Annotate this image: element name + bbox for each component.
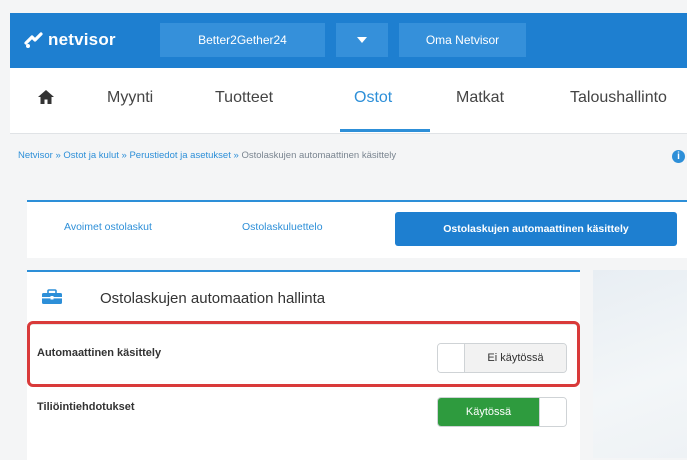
toggle-knob — [539, 398, 566, 426]
tab-ostolaskuluettelo[interactable]: Ostolaskuluettelo — [242, 221, 323, 233]
red-highlight-box — [27, 321, 580, 387]
breadcrumb-separator: » — [121, 150, 127, 161]
netvisor-logo[interactable]: netvisor — [24, 29, 116, 51]
tab-ostolaskujen-automaattinen-kasittely[interactable]: Ostolaskujen automaattinen käsittely — [395, 212, 677, 246]
breadcrumb-link-netvisor[interactable]: Netvisor — [18, 150, 53, 161]
brand-name: netvisor — [48, 30, 116, 49]
nav-item-ostot[interactable]: Ostot — [354, 89, 392, 107]
nav-item-matkat[interactable]: Matkat — [456, 89, 504, 107]
nav-item-myynti[interactable]: Myynti — [107, 89, 153, 107]
sub-tabs: Avoimet ostolaskut Ostolaskuluettelo Ost… — [27, 200, 687, 258]
oma-netvisor-button[interactable]: Oma Netvisor — [399, 23, 526, 57]
main-navigation: Myynti Tuotteet Ostot Matkat Taloushalli… — [10, 68, 687, 134]
active-nav-indicator — [340, 129, 430, 132]
background-area — [593, 270, 687, 458]
panel-header: Ostolaskujen automaation hallinta — [27, 272, 580, 325]
breadcrumb-separator: » — [55, 150, 61, 161]
breadcrumb-link-ostot-ja-kulut[interactable]: Ostot ja kulut — [63, 150, 118, 161]
briefcase-icon — [41, 289, 63, 310]
tiliointiehdotukset-label: Tiliöintiehdotukset — [37, 401, 135, 413]
breadcrumb-separator: » — [233, 150, 239, 161]
tab-avoimet-ostolaskut[interactable]: Avoimet ostolaskut — [64, 221, 152, 233]
info-icon[interactable]: i — [672, 150, 685, 163]
tiliointiehdotukset-toggle[interactable]: Käytössä — [437, 397, 567, 427]
company-dropdown-button[interactable] — [336, 23, 388, 57]
home-icon[interactable] — [37, 89, 55, 110]
caret-down-icon — [357, 37, 367, 43]
top-bar: netvisor Better2Gether24 Oma Netvisor — [10, 13, 687, 68]
breadcrumb-current: Ostolaskujen automaattinen käsittely — [241, 150, 397, 161]
panel-title: Ostolaskujen automaation hallinta — [100, 290, 326, 307]
nav-item-taloushallinto[interactable]: Taloushallinto — [570, 89, 667, 107]
breadcrumb-link-perustiedot[interactable]: Perustiedot ja asetukset — [129, 150, 230, 161]
toggle-state-label: Käytössä — [438, 398, 539, 426]
breadcrumb: Netvisor » Ostot ja kulut » Perustiedot … — [18, 150, 396, 161]
company-selector-button[interactable]: Better2Gether24 — [160, 23, 325, 57]
netvisor-logo-icon — [24, 32, 43, 48]
nav-item-tuotteet[interactable]: Tuotteet — [215, 89, 273, 107]
